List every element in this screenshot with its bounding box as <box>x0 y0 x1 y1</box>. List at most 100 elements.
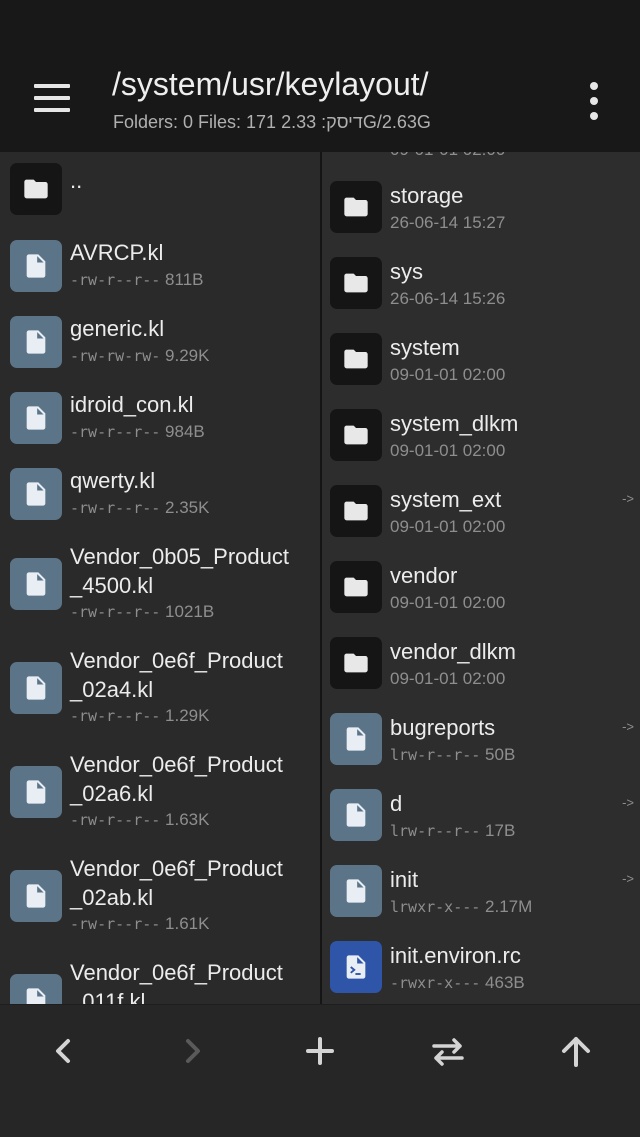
file-size: 1.63K <box>165 810 210 829</box>
symlink-indicator: -> <box>622 795 634 810</box>
file-row[interactable]: init.environ.rc -rwxr-x--- 463B <box>322 929 640 1004</box>
file-icon <box>10 662 62 714</box>
file-icon <box>330 789 382 841</box>
file-icon <box>10 766 62 818</box>
file-row[interactable]: d lrw-r--r-- 17B -> <box>322 777 640 853</box>
file-row[interactable]: Vendor_0e6f_Product _011f.kl <box>0 948 320 1004</box>
file-size: 1.29K <box>165 706 210 725</box>
hamburger-icon <box>34 84 70 88</box>
file-name-line-1: Vendor_0e6f_Product <box>70 856 283 881</box>
current-path-title: /system/usr/keylayout/ <box>112 66 429 102</box>
file-name-line-2: _02a6.kl <box>70 781 154 806</box>
file-icon <box>10 392 62 444</box>
file-row[interactable]: generic.kl -rw-rw-rw- 9.29K <box>0 304 320 380</box>
plus-icon <box>306 1037 334 1065</box>
folder-row[interactable]: system_dlkm 09-01-01 02:00 <box>322 397 640 473</box>
app-bar: /system/usr/keylayout/ Folders: 0 Files:… <box>0 56 640 152</box>
folder-name: system_dlkm <box>390 411 519 436</box>
folder-row[interactable]: system_ext 09-01-01 02:00 -> <box>322 473 640 549</box>
file-row[interactable]: Vendor_0e6f_Product _02a4.kl -rw-r--r-- … <box>0 636 320 740</box>
file-icon <box>10 974 62 1004</box>
file-size: 984B <box>165 422 205 441</box>
partial-row-date: 09-01-01 02:00 <box>390 152 505 160</box>
folder-icon <box>330 637 382 689</box>
file-permissions: -rw-r--r-- <box>70 915 161 933</box>
file-icon <box>330 713 382 765</box>
file-size: 811B <box>165 270 204 289</box>
swap-panes-button[interactable] <box>424 1027 472 1075</box>
file-name-line-2: _02ab.kl <box>70 885 154 910</box>
file-icon <box>10 468 62 520</box>
left-file-pane[interactable]: .. AVRCP.kl -rw-r--r-- 811B generic.kl -… <box>0 152 320 1004</box>
file-icon <box>10 316 62 368</box>
file-permissions: -rw-r--r-- <box>70 603 161 621</box>
symlink-indicator: -> <box>622 871 634 886</box>
file-row[interactable]: qwerty.kl -rw-r--r-- 2.35K <box>0 456 320 532</box>
overflow-menu-button[interactable] <box>572 76 616 126</box>
folder-name: system <box>390 335 460 360</box>
file-size: 463B <box>485 973 525 992</box>
status-bar <box>0 0 640 56</box>
file-row[interactable]: AVRCP.kl -rw-r--r-- 811B <box>0 228 320 304</box>
file-name-line-1: Vendor_0b05_Product <box>70 544 289 569</box>
right-file-pane[interactable]: 09-01-01 02:00 storage 26-06-14 15:27 sy… <box>322 152 640 1004</box>
folder-name: vendor <box>390 563 458 588</box>
file-icon <box>10 240 62 292</box>
file-permissions: -rw-r--r-- <box>70 707 161 725</box>
folder-icon <box>330 181 382 233</box>
file-row[interactable]: Vendor_0e6f_Product _02ab.kl -rw-r--r-- … <box>0 844 320 948</box>
folder-row[interactable]: sys 26-06-14 15:26 <box>322 245 640 321</box>
file-name-line-1: Vendor_0e6f_Product <box>70 960 283 985</box>
back-button[interactable] <box>40 1027 88 1075</box>
chevron-right-icon <box>186 1039 200 1063</box>
file-row[interactable]: idroid_con.kl -rw-r--r-- 984B <box>0 380 320 456</box>
folder-date: 09-01-01 02:00 <box>390 517 506 536</box>
file-permissions: lrw-r--r-- <box>390 746 481 764</box>
file-permissions: -rw-rw-rw- <box>70 347 161 365</box>
folder-date: 09-01-01 02:00 <box>390 441 506 460</box>
folder-icon <box>330 409 382 461</box>
file-row[interactable]: Vendor_0e6f_Product _02a6.kl -rw-r--r-- … <box>0 740 320 844</box>
folder-name: vendor_dlkm <box>390 639 516 664</box>
chevron-left-icon <box>56 1039 70 1063</box>
folder-date: 09-01-01 02:00 <box>390 593 506 612</box>
file-name-line-2: _4500.kl <box>70 573 154 598</box>
folder-row[interactable]: system 09-01-01 02:00 <box>322 321 640 397</box>
file-name: d <box>390 791 403 816</box>
navigate-up-button[interactable] <box>552 1027 600 1075</box>
folder-row[interactable]: vendor 09-01-01 02:00 <box>322 549 640 625</box>
file-row[interactable]: Vendor_0b05_Product _4500.kl -rw-r--r-- … <box>0 532 320 636</box>
file-size: 2.35K <box>165 498 210 517</box>
add-button[interactable] <box>296 1027 344 1075</box>
folder-info-subtitle: Folders: 0 Files: 171 2.33 :דיסקG/2.63G <box>113 112 431 132</box>
folder-row[interactable]: storage 26-06-14 15:27 <box>322 169 640 245</box>
parent-directory-row[interactable]: .. <box>0 152 320 228</box>
file-size: 9.29K <box>165 346 210 365</box>
folder-name: sys <box>390 259 423 284</box>
file-size: 1.61K <box>165 914 210 933</box>
folder-date: 09-01-01 02:00 <box>390 365 506 384</box>
swap-horizontal-icon <box>432 1038 464 1066</box>
file-permissions: lrw-r--r-- <box>390 822 481 840</box>
folder-date: 09-01-01 02:00 <box>390 669 506 688</box>
file-name: idroid_con.kl <box>70 392 194 417</box>
file-icon <box>10 558 62 610</box>
folder-row[interactable]: vendor_dlkm 09-01-01 02:00 <box>322 625 640 701</box>
more-vertical-icon <box>590 82 598 90</box>
file-row[interactable]: bugreports lrw-r--r-- 50B -> <box>322 701 640 777</box>
arrow-up-icon <box>562 1037 590 1067</box>
file-name-line-2: _011f.kl <box>70 989 146 1004</box>
folder-icon <box>330 485 382 537</box>
file-name: bugreports <box>390 715 496 740</box>
file-name: init <box>390 867 419 892</box>
file-name: generic.kl <box>70 316 165 341</box>
file-size: 17B <box>485 821 516 840</box>
file-row[interactable]: init lrwxr-x--- 2.17M -> <box>322 853 640 929</box>
forward-button[interactable] <box>168 1027 216 1075</box>
file-icon <box>10 870 62 922</box>
file-name: init.environ.rc <box>390 943 521 968</box>
hamburger-menu-button[interactable] <box>22 74 82 122</box>
file-permissions: -rw-r--r-- <box>70 423 161 441</box>
folder-name: storage <box>390 183 464 208</box>
file-name: qwerty.kl <box>70 468 156 493</box>
